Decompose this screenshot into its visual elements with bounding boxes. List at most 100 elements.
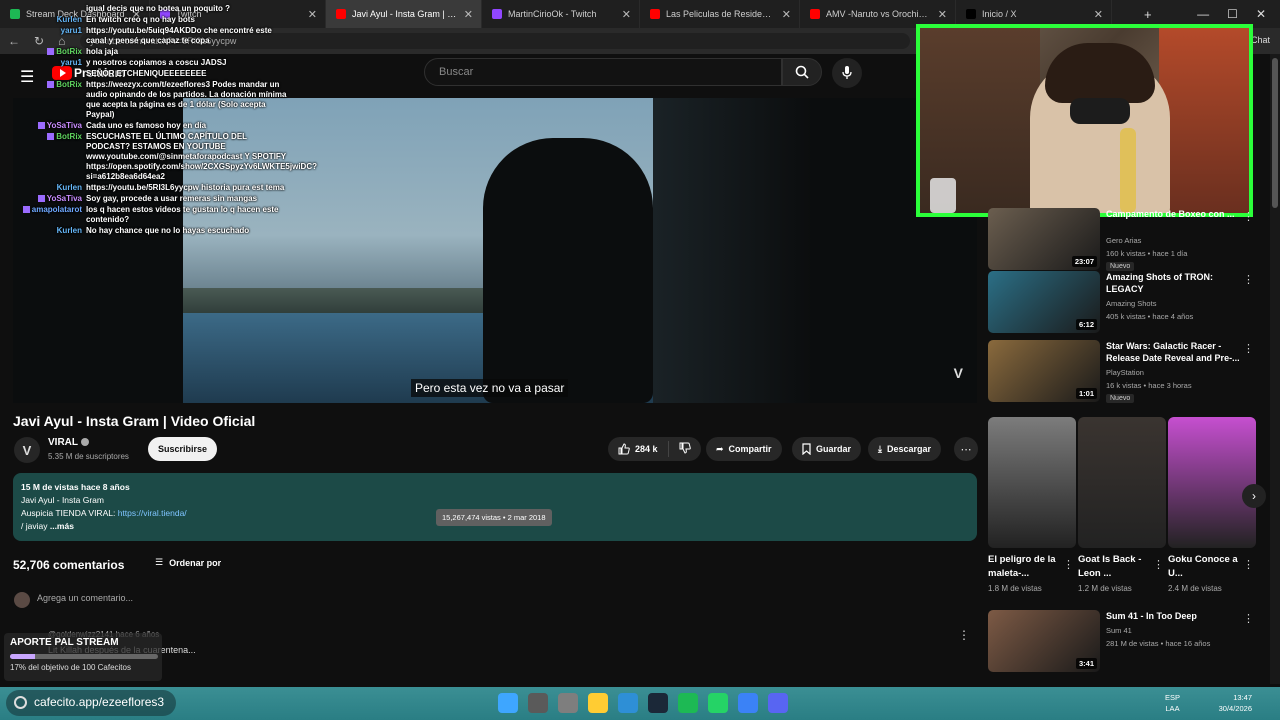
voice-search-button[interactable]	[832, 58, 862, 88]
shorts-next-button[interactable]: ›	[1242, 484, 1266, 508]
video-menu-icon[interactable]: ⋮	[1243, 612, 1254, 625]
taskbar-app-icon[interactable]	[558, 693, 578, 713]
chat-username[interactable]: BotRix	[47, 47, 82, 57]
save-button[interactable]: Guardar	[792, 437, 862, 461]
short-menu-icon[interactable]: ⋮	[1243, 558, 1254, 571]
taskbar-app-icon[interactable]	[708, 693, 728, 713]
chat-username[interactable]: yaru1	[61, 58, 82, 68]
chat-username[interactable]: yaru1	[61, 26, 82, 36]
channel-watermark[interactable]: V	[954, 365, 963, 381]
add-comment-input[interactable]: Agrega un comentario...	[37, 593, 133, 603]
chat-message: SEÑOR ETCHENIQUEEEEEEEE	[0, 69, 290, 79]
taskbar-app-icon[interactable]	[588, 693, 608, 713]
tab-close-icon[interactable]: ✕	[622, 8, 631, 21]
short-thumbnail[interactable]	[1168, 417, 1256, 548]
video-menu-icon[interactable]: ⋮	[1243, 210, 1254, 223]
recommended-title[interactable]: Star Wars: Galactic Racer - Release Date…	[1106, 340, 1244, 364]
video-thumbnail[interactable]: 23:07	[988, 208, 1100, 270]
thumbs-up-icon	[618, 443, 630, 455]
chat-username[interactable]: Kurlen	[57, 15, 82, 25]
short-video[interactable]: Goku Conoce a U... 2.4 M de vistas ⋮	[1168, 417, 1256, 593]
chat-message: BotRix ESCUCHASTE EL ÚLTIMO CAPÍTULO DEL …	[0, 132, 317, 182]
chat-username[interactable]: Kurlen	[57, 183, 82, 193]
channel-avatar[interactable]: V	[14, 437, 40, 463]
short-title[interactable]: Goat Is Back - Leon ...	[1078, 553, 1150, 581]
recommended-video[interactable]: 3:41 Sum 41 - In Too Deep Sum 41 281 M de v…	[988, 610, 1258, 672]
download-label: Descargar	[886, 444, 932, 454]
short-video[interactable]: El peligro de la maleta-... 1.8 M de vist…	[988, 417, 1076, 593]
browser-tab[interactable]: MartinCirioOk - Twitch ✕	[482, 0, 640, 28]
short-menu-icon[interactable]: ⋮	[1153, 558, 1164, 571]
language-indicator[interactable]: ESP LAA	[1165, 692, 1180, 714]
recommended-title[interactable]: Campamento de Boxeo con ...	[1106, 208, 1244, 220]
browser-tab[interactable]: Javi Ayul - Insta Gram | Video ✕	[326, 0, 482, 28]
download-button[interactable]: ⤓ Descargar	[868, 437, 942, 461]
chat-username-text: Kurlen	[56, 15, 82, 24]
close-window-icon[interactable]: ✕	[1256, 7, 1266, 21]
taskbar-app-icon[interactable]	[498, 693, 518, 713]
channel-name-text[interactable]: VIRAL	[48, 437, 78, 448]
new-tab-button[interactable]: +	[1144, 7, 1152, 22]
channel-name[interactable]: VIRAL	[48, 437, 89, 448]
tab-favicon-icon	[650, 9, 660, 19]
recommended-video[interactable]: 23:07 Campamento de Boxeo con ... Gero Ari…	[988, 208, 1258, 271]
recommended-channel[interactable]: PlayStation	[1106, 368, 1144, 377]
chat-text: igual decis que no botea un poquito ?	[86, 4, 230, 13]
recommended-video[interactable]: 1:01 Star Wars: Galactic Racer - Release …	[988, 340, 1258, 403]
taskbar-app-icon[interactable]	[528, 693, 548, 713]
recommended-video[interactable]: 6:12 Amazing Shots of TRON: LEGACY Amazing…	[988, 271, 1258, 333]
short-title[interactable]: Goku Conoce a U...	[1168, 553, 1240, 581]
taskbar-app-icon[interactable]	[678, 693, 698, 713]
chat-panel-label[interactable]: Chat	[1251, 35, 1270, 45]
short-video[interactable]: Goat Is Back - Leon ... 1.2 M de vistas ⋮	[1078, 417, 1166, 593]
video-thumbnail[interactable]: 1:01	[988, 340, 1100, 402]
search-input[interactable]: Buscar	[424, 58, 782, 86]
chat-message: Kurlen En twitch creo q no hay bots	[0, 15, 290, 25]
comment-menu-icon[interactable]: ⋮	[958, 628, 970, 642]
short-thumbnail[interactable]	[988, 417, 1076, 548]
taskbar-search[interactable]: cafecito.app/ezeeflores3	[6, 690, 176, 716]
chat-username[interactable]: Kurlen	[57, 226, 82, 236]
chat-username[interactable]: amapolatarot	[22, 205, 82, 215]
video-description[interactable]: 15 M de vistas hace 8 años Javi Ayul - I…	[13, 473, 977, 541]
share-button[interactable]: ➦ Compartir	[706, 437, 782, 461]
tab-close-icon[interactable]: ✕	[1094, 8, 1103, 21]
like-button[interactable]: 284 k	[608, 441, 669, 457]
chat-username[interactable]: YoSaTiva	[37, 121, 82, 131]
chat-username[interactable]: YoSaTiva	[37, 194, 82, 204]
chat-username[interactable]: BotRix	[47, 80, 82, 90]
show-more-button[interactable]: ...más	[50, 521, 74, 531]
taskbar-app-icon[interactable]	[648, 693, 668, 713]
short-menu-icon[interactable]: ⋮	[1063, 558, 1074, 571]
recommended-channel[interactable]: Amazing Shots	[1106, 299, 1156, 308]
taskbar-app-icon[interactable]	[768, 693, 788, 713]
tab-close-icon[interactable]: ✕	[308, 8, 317, 21]
video-menu-icon[interactable]: ⋮	[1243, 273, 1254, 286]
dislike-button[interactable]	[669, 442, 701, 456]
short-title[interactable]: El peligro de la maleta-...	[988, 553, 1060, 581]
chat-username[interactable]: BotRix	[47, 132, 82, 142]
maximize-icon[interactable]: ☐	[1227, 7, 1238, 21]
recommended-channel[interactable]: Gero Arias	[1106, 236, 1141, 245]
recommended-title[interactable]: Amazing Shots of TRON: LEGACY	[1106, 271, 1244, 295]
video-thumbnail[interactable]: 6:12	[988, 271, 1100, 333]
minimize-icon[interactable]: —	[1197, 7, 1209, 21]
more-actions-button[interactable]: ⋯	[954, 437, 978, 461]
tab-close-icon[interactable]: ✕	[464, 8, 473, 21]
short-thumbnail[interactable]	[1078, 417, 1166, 548]
video-thumbnail[interactable]: 3:41	[988, 610, 1100, 672]
taskbar-clock[interactable]: 13:47 30/4/2026	[1219, 692, 1252, 714]
tab-close-icon[interactable]: ✕	[782, 8, 791, 21]
description-link[interactable]: https://viral.tienda/	[118, 508, 187, 518]
page-scrollbar-thumb[interactable]	[1272, 58, 1278, 208]
sort-comments-button[interactable]: ☰ Ordenar por	[155, 557, 221, 568]
video-menu-icon[interactable]: ⋮	[1243, 342, 1254, 355]
taskbar-app-icon[interactable]	[738, 693, 758, 713]
search-button[interactable]	[782, 58, 822, 86]
subscribe-button[interactable]: Suscribirse	[148, 437, 218, 461]
browser-tab[interactable]: Las Peliculas de Resident Evil NO ✕	[640, 0, 800, 28]
taskbar-app-icon[interactable]	[618, 693, 638, 713]
tab-close-icon[interactable]: ✕	[938, 8, 947, 21]
recommended-channel[interactable]: Sum 41	[1106, 626, 1132, 635]
recommended-title[interactable]: Sum 41 - In Too Deep	[1106, 610, 1244, 622]
